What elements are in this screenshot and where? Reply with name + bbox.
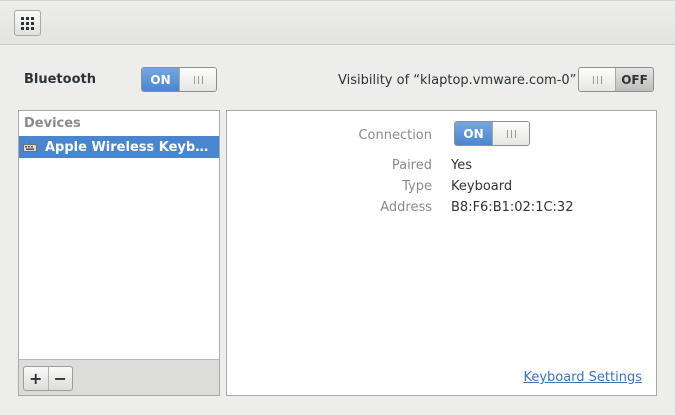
show-applications-button[interactable]: [14, 10, 41, 36]
bluetooth-label: Bluetooth: [24, 72, 96, 87]
keyboard-icon: [23, 142, 37, 152]
keyboard-settings-link[interactable]: Keyboard Settings: [523, 370, 642, 385]
address-label: Address: [380, 200, 432, 215]
grid-icon: [21, 16, 34, 30]
device-label: Apple Wireless Keyb…: [45, 139, 209, 155]
add-device-button[interactable]: +: [24, 367, 48, 390]
header-toolbar: [0, 0, 675, 45]
visibility-switch-off-label: OFF: [616, 68, 653, 91]
visibility-switch[interactable]: OFF: [578, 67, 654, 92]
bluetooth-switch-on-label: ON: [142, 68, 179, 91]
visibility-label: Visibility of “klaptop.vmware.com-0”: [338, 73, 577, 88]
paired-label: Paired: [391, 158, 432, 173]
switch-knob[interactable]: [492, 122, 529, 145]
type-label: Type: [402, 179, 432, 194]
devices-panel: Devices Apple Wireless Keyb… + −: [18, 110, 220, 396]
add-remove-group: + −: [23, 366, 73, 391]
switch-knob[interactable]: [179, 68, 216, 91]
connection-switch[interactable]: ON: [454, 121, 530, 146]
connection-switch-on-label: ON: [455, 122, 492, 145]
remove-device-button[interactable]: −: [47, 367, 73, 390]
switch-knob[interactable]: [579, 68, 616, 91]
address-value: B8:F6:B1:02:1C:32: [451, 200, 574, 215]
devices-header: Devices: [24, 116, 81, 131]
bluetooth-switch[interactable]: ON: [141, 67, 217, 92]
type-value: Keyboard: [451, 179, 513, 194]
paired-value: Yes: [451, 158, 472, 173]
devices-toolbar: + −: [19, 359, 219, 395]
device-list-item[interactable]: Apple Wireless Keyb…: [19, 136, 219, 158]
device-details-panel: Connection Paired Yes Type Keyboard Addr…: [226, 110, 657, 396]
connection-label: Connection: [358, 128, 432, 143]
